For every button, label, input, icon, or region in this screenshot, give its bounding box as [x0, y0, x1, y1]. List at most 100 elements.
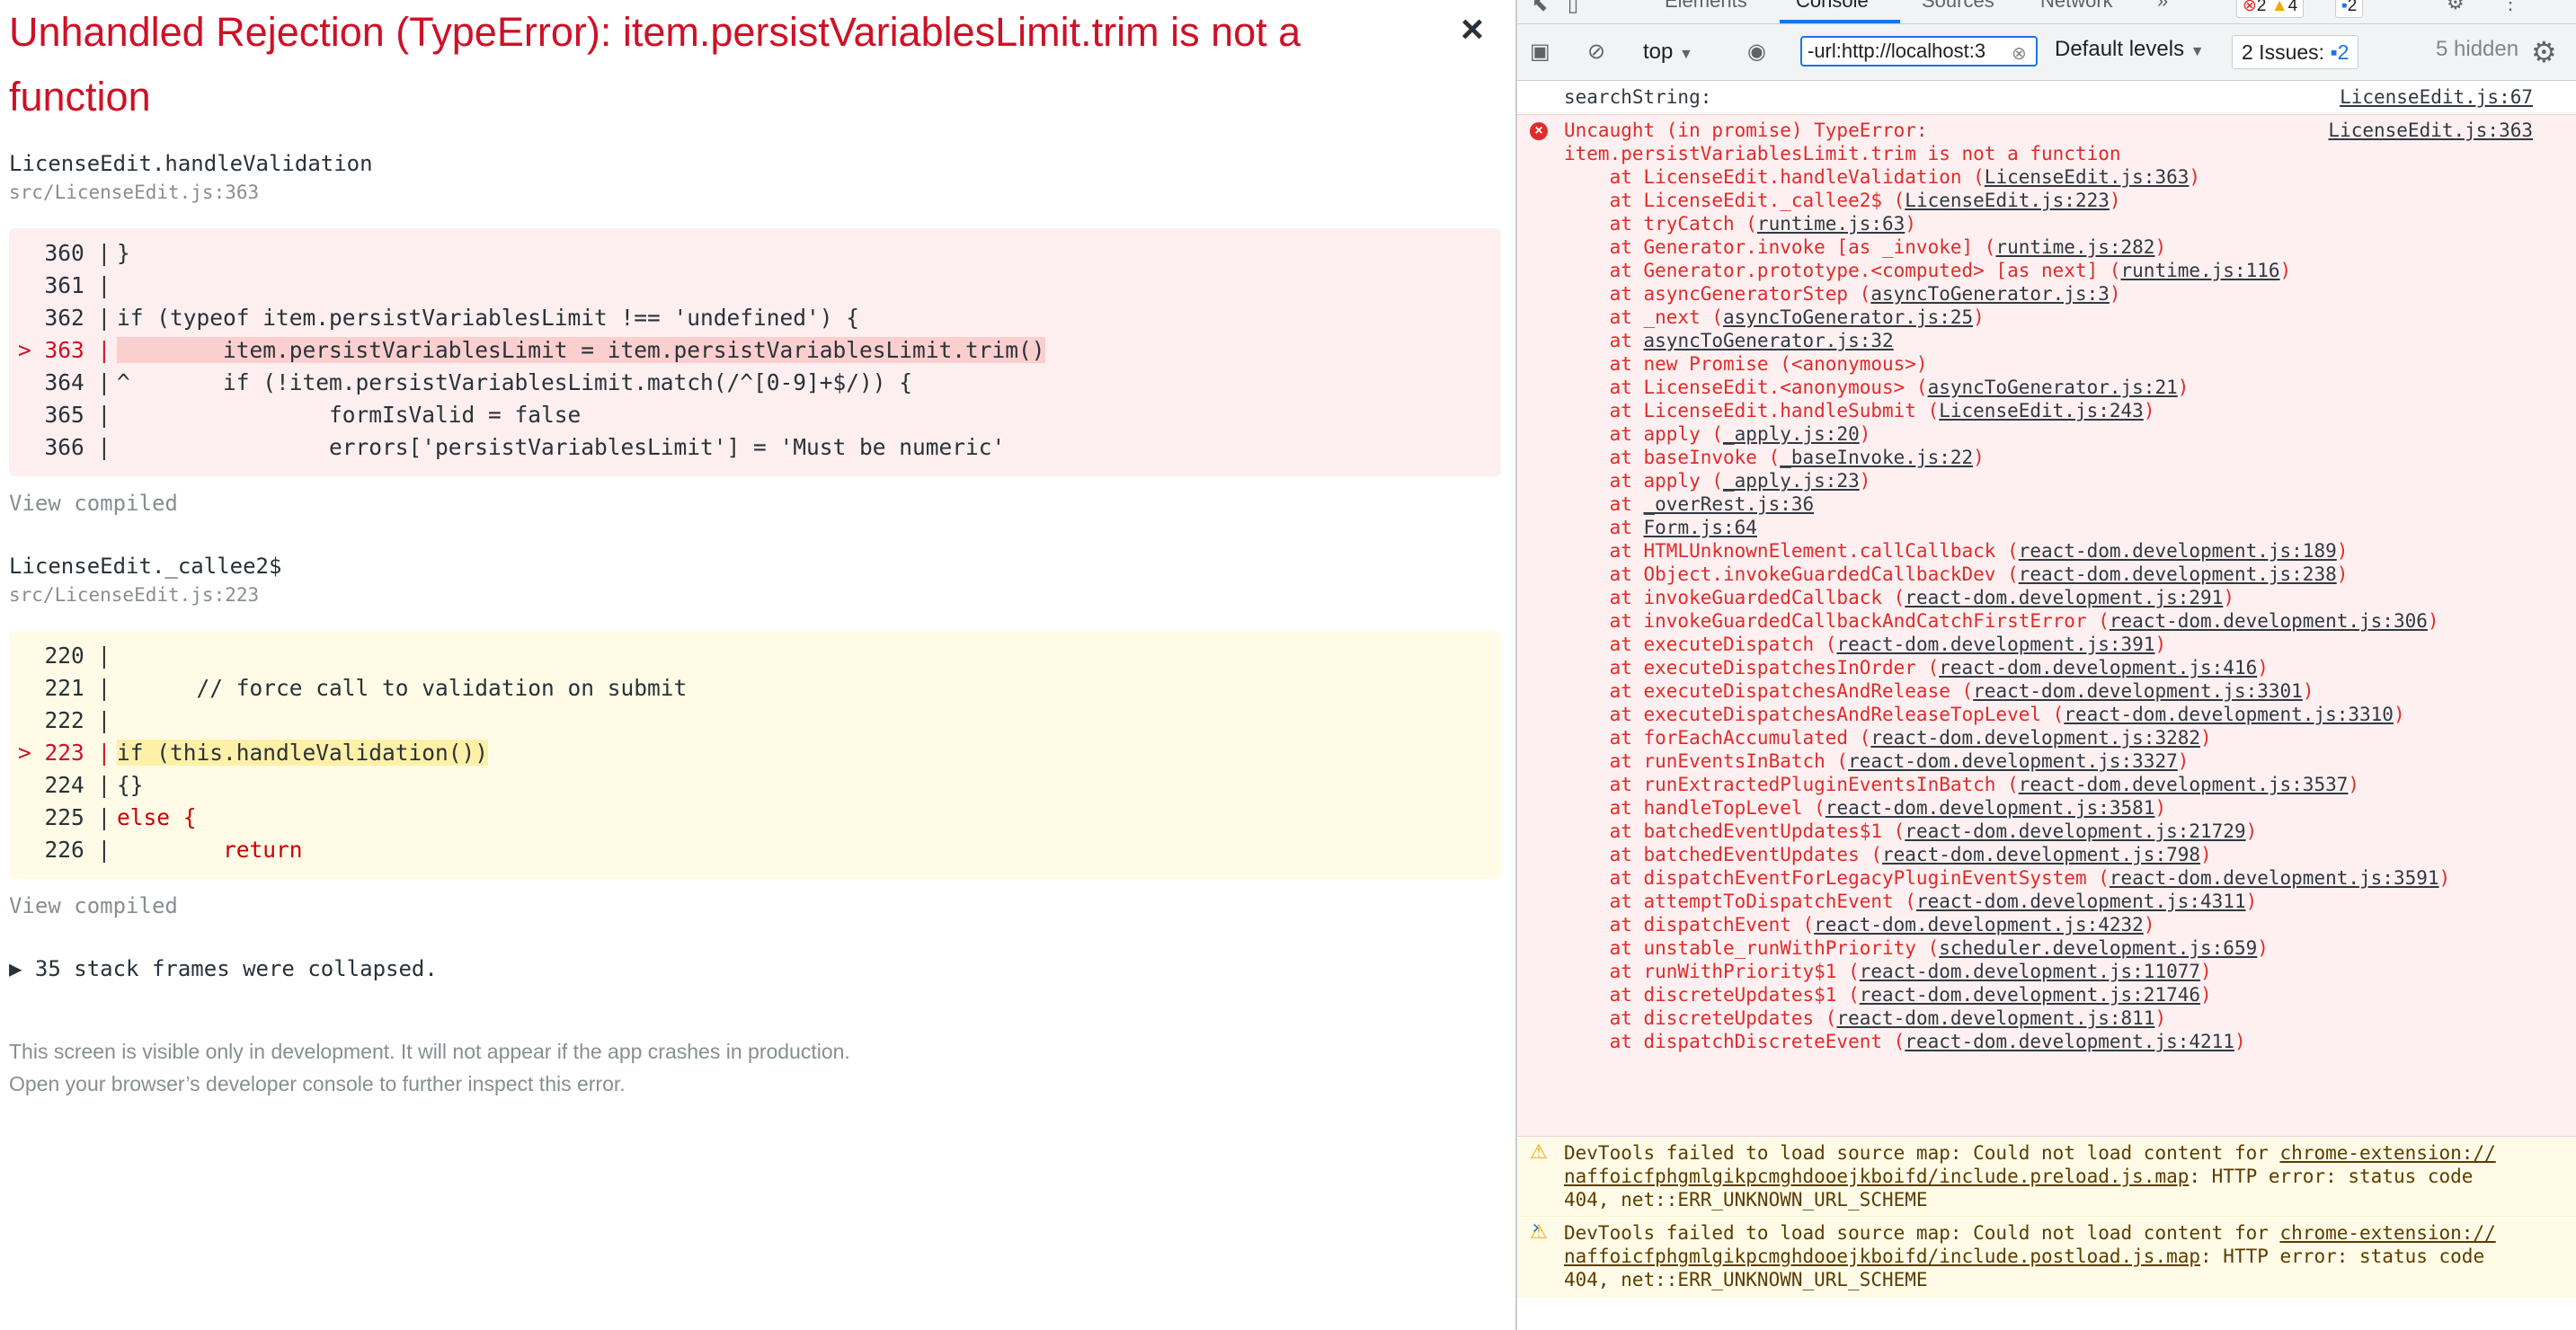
stack-frame: at forEachAccumulated (react-dom.develop…: [1564, 727, 2212, 749]
stack-frame-link[interactable]: asyncToGenerator.js:25: [1723, 306, 1973, 328]
stack-frame-link[interactable]: react-dom.development.js:391: [1836, 634, 2154, 655]
code-line: 221 | // force call to validation on sub…: [18, 675, 688, 701]
stack-frame-link[interactable]: react-dom.development.js:21746: [1860, 984, 2200, 1006]
code-line: 364 | ^ if (!item.persistVariablesLimit.…: [18, 369, 913, 395]
stack-frame-link[interactable]: react-dom.development.js:3591: [2110, 867, 2439, 889]
stack-frame-link[interactable]: _baseInvoke.js:22: [1780, 447, 1973, 468]
stack-frame-link[interactable]: react-dom.development.js:4232: [1814, 914, 2144, 935]
stack-frame-link[interactable]: runtime.js:63: [1757, 213, 1905, 235]
stack-frame-link[interactable]: LicenseEdit.js:363: [1985, 166, 2190, 188]
stack-frame-link[interactable]: react-dom.development.js:811: [1836, 1007, 2154, 1029]
stack-frame-link[interactable]: react-dom.development.js:3301: [1973, 680, 2303, 702]
log-levels-select[interactable]: Default levels ▼: [2055, 37, 2205, 62]
frame-function-name: LicenseEdit._callee2$: [9, 554, 282, 579]
devtools-panel: ⬉ ▯ Elements Console Sources Network » ⊗…: [1515, 0, 2576, 1330]
stack-frame-link[interactable]: asyncToGenerator.js:32: [1644, 330, 1894, 351]
issues-count-icon: ▪2: [2330, 40, 2349, 64]
clear-console-icon[interactable]: ⊘: [1587, 24, 1605, 80]
stack-frame: at handleTopLevel (react-dom.development…: [1564, 797, 2167, 819]
stack-frame-link[interactable]: react-dom.development.js:306: [2110, 610, 2428, 632]
stack-frame-link[interactable]: react-dom.development.js:3282: [1870, 727, 2200, 749]
stack-frame-link[interactable]: react-dom.development.js:21729: [1905, 820, 2245, 842]
stack-frame: at Generator.prototype.<computed> [as ne…: [1564, 260, 2292, 281]
stack-frame-link[interactable]: LicenseEdit.js:243: [1939, 400, 2144, 421]
stack-frame: at LicenseEdit.handleValidation (License…: [1564, 166, 2201, 188]
device-toolbar-icon[interactable]: ▯: [1568, 0, 1578, 16]
warning-icon: ⚠: [1530, 1141, 1548, 1164]
sidebar-toggle-icon[interactable]: ▣: [1530, 24, 1550, 80]
source-map-link[interactable]: naffoicfphgmlgikpcmghdooejkboifd/include…: [1564, 1246, 2200, 1267]
view-compiled-link[interactable]: View compiled: [9, 893, 178, 918]
more-tabs-icon[interactable]: »: [2157, 0, 2168, 13]
source-map-link[interactable]: naffoicfphgmlgikpcmghdooejkboifd/include…: [1564, 1166, 2189, 1187]
stack-frame-link[interactable]: react-dom.development.js:11077: [1860, 961, 2200, 982]
context-select[interactable]: top ▼: [1643, 37, 1693, 67]
error-title: Unhandled Rejection (TypeError): item.pe…: [9, 0, 1411, 129]
code-line: 220 |: [18, 643, 125, 669]
view-compiled-link[interactable]: View compiled: [9, 491, 178, 516]
tab-elements[interactable]: Elements: [1665, 0, 1747, 13]
stack-frame-link[interactable]: react-dom.development.js:238: [2019, 563, 2337, 585]
log-text: searchString:: [1564, 86, 1712, 108]
issues-button[interactable]: 2 Issues: ▪2: [2232, 35, 2359, 69]
stack-frame: at runExtractedPluginEventsInBatch (reac…: [1564, 774, 2360, 795]
code-line: 222 |: [18, 707, 125, 733]
console-prompt-icon[interactable]: ›: [1530, 1217, 1541, 1239]
info-badge[interactable]: ▪2: [2335, 0, 2364, 18]
stack-frame-link[interactable]: react-dom.development.js:4311: [1916, 891, 2246, 912]
error-icon: ×: [1530, 122, 1548, 140]
source-map-link[interactable]: chrome-extension://: [2280, 1142, 2496, 1164]
stack-frame: at HTMLUnknownElement.callCallback (reac…: [1564, 540, 2349, 562]
stack-frame-link[interactable]: react-dom.development.js:416: [1939, 657, 2257, 678]
stack-frame-link[interactable]: react-dom.development.js:4211: [1905, 1031, 2234, 1052]
close-icon[interactable]: ×: [1454, 7, 1490, 52]
clear-filter-icon[interactable]: ⊗: [2012, 42, 2027, 65]
stack-frame-link[interactable]: _apply.js:20: [1723, 423, 1860, 445]
code-line: 226 | return: [18, 837, 303, 863]
console-error-message: × Uncaught (in promise) TypeError: item.…: [1517, 114, 2576, 1137]
dropdown-arrow-icon: ▼: [1679, 47, 1693, 62]
stack-frame-link[interactable]: LicenseEdit.js:223: [1905, 190, 2110, 211]
code-line: 365 | formIsValid = false: [18, 402, 582, 428]
console-toolbar: ▣ ⊘ top ▼ ◉ ⊗ Default levels ▼ 2 Issues:…: [1517, 24, 2576, 81]
inspect-element-icon[interactable]: ⬉: [1532, 0, 1548, 16]
stack-frame-link[interactable]: runtime.js:116: [2121, 260, 2280, 281]
live-expression-eye-icon[interactable]: ◉: [1747, 24, 1766, 80]
errors-warnings-badge[interactable]: ⊗2 ▲4: [2236, 0, 2305, 18]
tab-network[interactable]: Network: [2040, 0, 2113, 13]
collapsed-frames-toggle[interactable]: ▶ 35 stack frames were collapsed.: [9, 956, 438, 981]
error-title-line2: function: [9, 74, 151, 120]
stack-frame-link[interactable]: react-dom.development.js:3581: [1825, 797, 2155, 819]
tab-console[interactable]: Console: [1796, 0, 1869, 13]
stack-frame-link[interactable]: react-dom.development.js:3310: [2064, 704, 2394, 725]
console-filter-input[interactable]: [1800, 36, 2038, 66]
stack-frame-link[interactable]: react-dom.development.js:798: [1882, 844, 2200, 865]
dropdown-arrow-icon: ▼: [2190, 44, 2205, 59]
settings-icon[interactable]: ⚙: [2447, 0, 2465, 14]
source-link[interactable]: LicenseEdit.js:363: [2328, 119, 2533, 142]
stack-frame-link[interactable]: asyncToGenerator.js:3: [1870, 283, 2110, 305]
error-overlay: Unhandled Rejection (TypeError): item.pe…: [0, 0, 1515, 1330]
code-line: 366 | errors['persistVariablesLimit'] = …: [18, 434, 1006, 460]
kebab-menu-icon[interactable]: ⋮: [2500, 0, 2520, 14]
tab-sources[interactable]: Sources: [1922, 0, 1994, 13]
frame-function-name: LicenseEdit.handleValidation: [9, 151, 373, 176]
stack-frame-link[interactable]: _apply.js:23: [1723, 470, 1860, 492]
stack-frame-link[interactable]: asyncToGenerator.js:21: [1928, 377, 2178, 398]
stack-frame-link[interactable]: react-dom.development.js:291: [1905, 587, 2223, 608]
stack-frame-link[interactable]: runtime.js:282: [1995, 236, 2154, 258]
stack-frame-link[interactable]: react-dom.development.js:189: [2019, 540, 2337, 562]
stack-frame: at runWithPriority$1 (react-dom.developm…: [1564, 961, 2212, 982]
stack-frame-link[interactable]: react-dom.development.js:3537: [2019, 774, 2349, 795]
footer-line: Open your browser’s developer console to…: [9, 1072, 626, 1095]
stack-frame: at LicenseEdit.<anonymous> (asyncToGener…: [1564, 377, 2190, 398]
stack-frame: at dispatchEventForLegacyPluginEventSyst…: [1564, 867, 2451, 889]
stack-frame-link[interactable]: react-dom.development.js:3327: [1848, 750, 2178, 772]
stack-frame-link[interactable]: _overRest.js:36: [1644, 493, 1815, 515]
console-settings-icon[interactable]: ⚙: [2531, 35, 2557, 69]
stack-frame-link[interactable]: scheduler.development.js:659: [1939, 937, 2257, 959]
stack-frame-link[interactable]: Form.js:64: [1644, 517, 1757, 538]
error-heading: Uncaught (in promise) TypeError: item.pe…: [1564, 120, 2121, 164]
source-link[interactable]: LicenseEdit.js:67: [2340, 81, 2533, 113]
source-map-link[interactable]: chrome-extension://: [2280, 1222, 2496, 1244]
